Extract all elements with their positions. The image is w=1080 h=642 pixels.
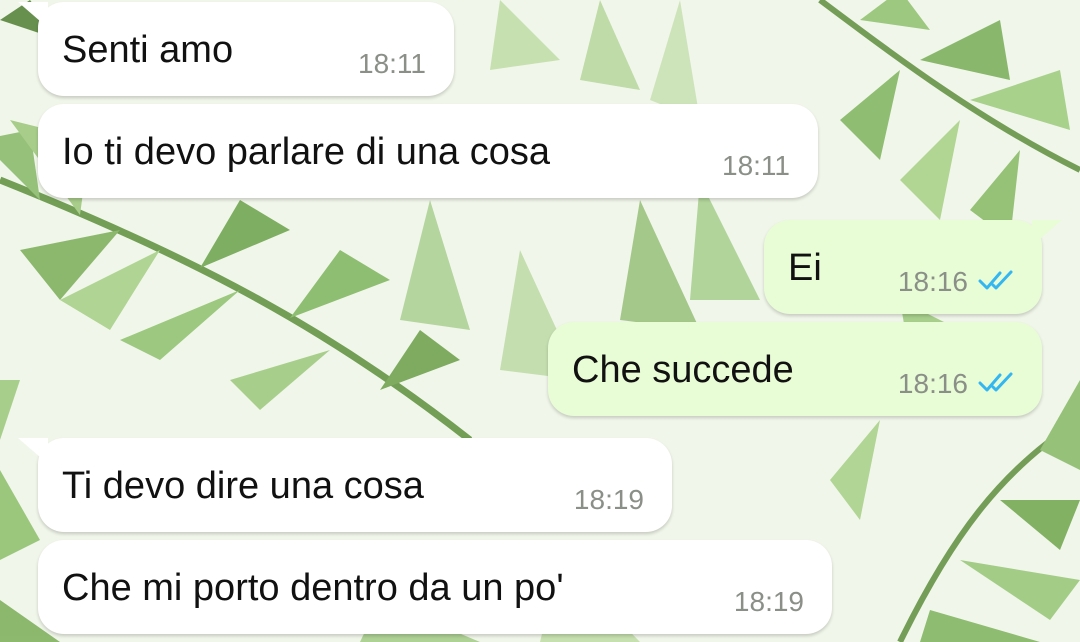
message-bubble-incoming[interactable]: Ti devo dire una cosa 18:19 [38,438,672,532]
bubble-tail [18,438,48,464]
bubble-tail [18,2,48,28]
message-time: 18:16 [897,266,968,297]
message-time: 18:16 [897,368,968,399]
message-bubble-outgoing[interactable]: Che succede 18:16 [548,322,1042,416]
message-text: Ti devo dire una cosa [62,465,424,507]
message-text: Che mi porto dentro da un po' [62,567,564,609]
bubble-tail [1032,220,1062,246]
message-text: Io ti devo parlare di una cosa [62,131,550,173]
double-check-icon [978,270,1013,290]
message-bubble-incoming[interactable]: Che mi porto dentro da un po' 18:19 [38,540,832,634]
message-time: 18:11 [722,150,790,181]
message-text: Ei [788,247,822,289]
message-bubble-incoming[interactable]: Io ti devo parlare di una cosa 18:11 [38,104,818,198]
message-time: 18:19 [733,586,804,617]
message-bubble-incoming[interactable]: Senti amo 18:11 [38,2,454,96]
message-time: 18:19 [573,484,644,515]
message-bubble-outgoing[interactable]: Ei 18:16 [764,220,1042,314]
message-time: 18:11 [358,48,426,79]
message-text: Senti amo [62,29,234,71]
double-check-icon [978,372,1013,392]
message-text: Che succede [572,349,794,391]
